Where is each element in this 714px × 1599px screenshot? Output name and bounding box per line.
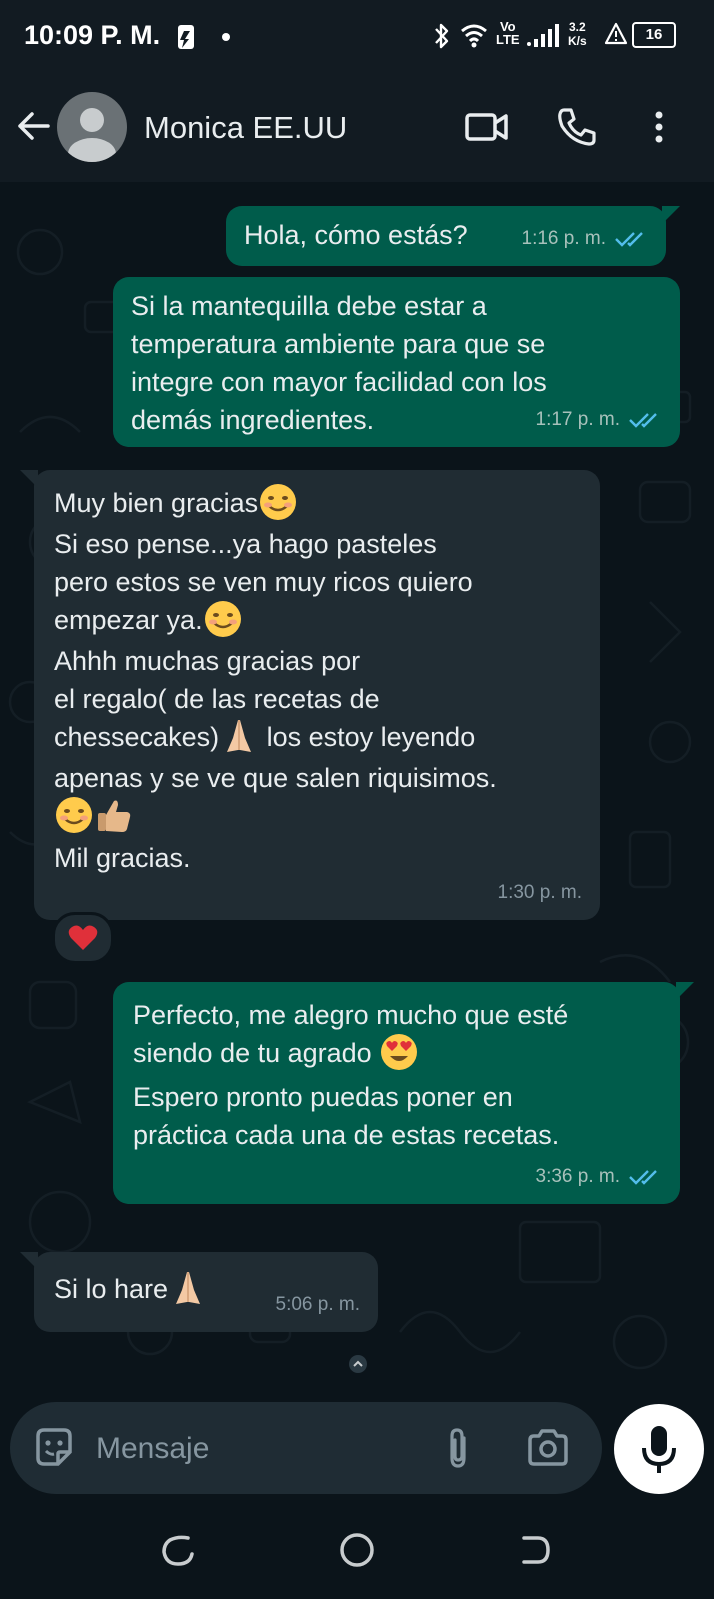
message-line: Ahhh muchas gracias por <box>54 645 361 676</box>
attach-icon[interactable] <box>434 1424 482 1472</box>
chat-area[interactable]: Hola, cómo estás? 1:16 p. m. Si la mante… <box>0 182 714 1402</box>
read-receipt-icon <box>615 232 643 247</box>
bubble-tail <box>20 470 38 488</box>
back-arrow-icon[interactable] <box>14 106 54 146</box>
message-line: pero estos se ven muy ricos quiero <box>54 566 473 597</box>
smiling-face-emoji-icon <box>56 796 92 833</box>
scroll-down-indicator[interactable] <box>349 1355 367 1373</box>
alert-icon <box>604 22 628 45</box>
folded-hands-emoji-icon <box>227 719 252 752</box>
message-time: 1:30 p. m. <box>497 882 583 903</box>
red-heart-icon <box>68 925 98 950</box>
message-line: Si eso pense...ya hago pasteles <box>54 528 437 559</box>
video-call-icon[interactable] <box>462 102 512 152</box>
bubble-tail <box>676 982 694 1000</box>
message-meta: 5:06 p. m. <box>276 1286 361 1324</box>
message-line: Perfecto, me alegro mucho que esté <box>133 1000 569 1030</box>
status-bar: 10:09 P. M. Vo LTE 3.2 K/s 16 <box>0 0 714 72</box>
message-time: 5:06 p. m. <box>275 1294 361 1315</box>
thumbs-up-emoji-icon <box>98 800 131 832</box>
mic-icon <box>642 1426 676 1473</box>
status-time: 10:09 P. M. <box>24 20 161 50</box>
message-meta: 1:17 p. m. <box>536 401 663 439</box>
message-bubble-incoming[interactable]: Muy bien gracias Si eso pense...ya hago … <box>20 470 600 920</box>
message-bubble-outgoing[interactable]: Si la mantequilla debe estar a temperatu… <box>113 277 680 447</box>
read-receipt-icon <box>629 413 657 428</box>
folded-hands-emoji-icon <box>176 1271 201 1304</box>
message-line: el regalo( de las recetas de <box>54 683 380 714</box>
back-icon[interactable] <box>516 1530 556 1570</box>
bubble-tail <box>20 1252 38 1270</box>
battery-indicator: 16 <box>632 22 676 48</box>
status-right-icons: Vo LTE 3.2 K/s 16 <box>432 18 692 52</box>
chat-header: Monica EE.UU <box>0 72 714 182</box>
message-text: Si lo hare <box>54 1274 169 1304</box>
message-time: 3:36 p. m. <box>535 1166 621 1187</box>
message-bubble-outgoing[interactable]: Hola, cómo estás? 1:16 p. m. <box>226 206 680 266</box>
system-navigation-bar <box>0 1500 714 1599</box>
wifi-icon <box>461 24 487 48</box>
message-line: práctica cada una de estas recetas. <box>133 1120 560 1150</box>
signal-icon <box>527 24 559 47</box>
default-avatar-icon <box>68 108 116 162</box>
message-reaction[interactable] <box>52 912 114 964</box>
status-notification-icons <box>176 22 246 57</box>
message-bubble-incoming[interactable]: Si lo hare 5:06 p. m. <box>20 1252 378 1332</box>
notification-dot-icon <box>222 33 230 41</box>
message-text: Hola, cómo estás? <box>244 220 468 250</box>
battery-saver-icon <box>178 25 194 49</box>
message-line: apenas y se ve que salen riquisimos. <box>54 762 497 793</box>
phone-icon[interactable] <box>552 102 602 152</box>
chevron-up-icon <box>353 1360 363 1367</box>
message-line: Espero pronto puedas poner en <box>133 1082 513 1112</box>
message-time: 1:17 p. m. <box>535 409 621 430</box>
recent-apps-icon[interactable] <box>158 1530 198 1570</box>
message-time: 1:16 p. m. <box>521 228 607 249</box>
avatar[interactable] <box>57 92 127 162</box>
network-speed: 3.2 K/s <box>568 20 587 48</box>
message-line: chessecakes) los estoy leyendo <box>54 718 580 759</box>
home-icon[interactable] <box>337 1530 377 1570</box>
contact-name[interactable]: Monica EE.UU <box>144 110 347 146</box>
bluetooth-icon <box>435 23 449 49</box>
message-meta: 1:30 p. m. <box>498 874 583 912</box>
message-meta: 1:16 p. m. <box>522 220 649 258</box>
message-bubble-outgoing[interactable]: Perfecto, me alegro mucho que esté siend… <box>113 982 694 1204</box>
message-composer <box>10 1402 602 1494</box>
voice-message-button[interactable] <box>614 1404 704 1494</box>
read-receipt-icon <box>629 1170 657 1185</box>
message-line: empezar ya. <box>54 600 580 642</box>
message-input[interactable] <box>94 1422 428 1476</box>
more-vert-icon[interactable] <box>644 102 674 152</box>
bubble-tail <box>662 206 680 224</box>
message-line <box>54 796 580 839</box>
volte-label: Vo LTE <box>496 19 520 47</box>
camera-icon[interactable] <box>524 1424 572 1472</box>
message-line: siendo de tu agrado <box>133 1033 660 1078</box>
smiling-face-emoji-icon <box>260 483 297 520</box>
smiling-face-emoji-icon <box>204 600 241 637</box>
heart-eyes-emoji-icon <box>381 1033 418 1070</box>
sticker-icon[interactable] <box>30 1424 78 1472</box>
message-line: Mil gracias. <box>54 842 191 873</box>
message-meta: 3:36 p. m. <box>536 1158 663 1196</box>
message-line: Muy bien gracias <box>54 483 580 525</box>
